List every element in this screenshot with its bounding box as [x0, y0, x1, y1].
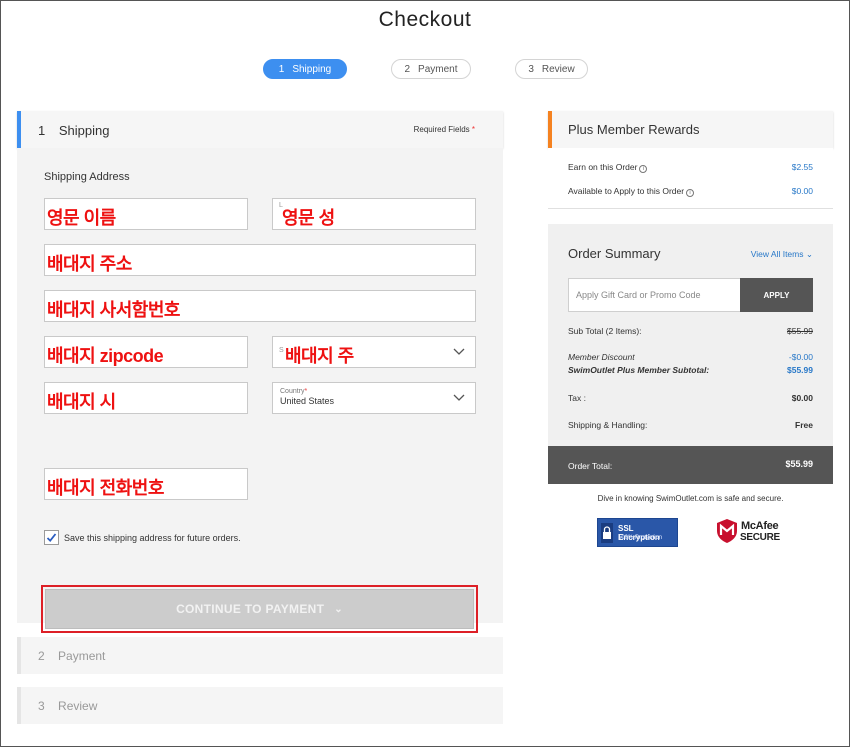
state-select[interactable]: S 배대지 주: [272, 336, 476, 368]
shipping-header: 1 Shipping Required Fields *: [17, 111, 503, 148]
ssl-badge: SSL Encryption 100% Protection: [597, 518, 678, 547]
mcafee-name: McAfee: [741, 520, 779, 532]
member-discount-value: -$0.00: [788, 352, 813, 362]
country-label: Country: [280, 388, 305, 395]
rewards-body: Earn on this Order i $2.55 Available to A…: [548, 148, 833, 209]
security-note: Dive in knowing SwimOutlet.com is safe a…: [597, 494, 784, 503]
mcafee-secure: SECURE: [740, 532, 780, 543]
order-summary-title: Order Summary: [568, 246, 661, 261]
shipping-title: Shipping: [58, 123, 110, 138]
ssl-subtitle: 100% Protection: [618, 535, 663, 541]
promo-placeholder: Apply Gift Card or Promo Code: [576, 290, 701, 300]
mcafee-badge: McAfee SECURE: [716, 518, 786, 546]
save-address-label: Save this shipping address for future or…: [64, 532, 241, 543]
checkmark-icon: [46, 533, 57, 543]
address-annotation: 배대지 주소: [47, 254, 132, 274]
review-section-title: Review: [58, 699, 98, 713]
address2-annotation: 배대지 사서함번호: [47, 300, 180, 320]
page-title: Checkout: [378, 8, 472, 31]
order-summary: Order Summary View All Items ⌄ Apply Gif…: [548, 224, 833, 484]
order-total-label: Order Total:: [568, 461, 613, 471]
city-field[interactable]: 배대지 시: [44, 382, 248, 414]
promo-code-input[interactable]: Apply Gift Card or Promo Code APPLY: [568, 278, 813, 312]
view-all-items-link[interactable]: View All Items ⌄: [751, 249, 813, 260]
save-address-row: Save this shipping address for future or…: [44, 530, 241, 545]
address-line2-field[interactable]: 배대지 사서함번호: [44, 290, 476, 322]
state-placeholder-mark: S: [279, 347, 284, 354]
step-review[interactable]: 3 Review: [515, 59, 588, 79]
chevron-down-icon: [453, 348, 465, 355]
tax-row: Tax : $0.00: [568, 393, 813, 403]
state-annotation: 배대지 주: [285, 346, 354, 366]
phone-field[interactable]: 배대지 전화번호: [44, 468, 248, 500]
step-shipping[interactable]: 1 Shipping: [263, 59, 347, 79]
chevron-down-icon: [453, 394, 465, 401]
country-value: United States: [280, 396, 335, 406]
subtotal-row: Sub Total (2 Items): $55.99: [568, 326, 813, 336]
shipping-step-number: 1: [38, 123, 46, 138]
chevron-down-icon: ⌄: [334, 603, 343, 615]
earn-row: Earn on this Order i $2.55: [568, 162, 813, 173]
phone-annotation: 배대지 전화번호: [47, 478, 164, 498]
step-payment[interactable]: 2 Payment: [391, 59, 471, 79]
order-total-bar: Order Total: $55.99: [548, 446, 833, 484]
city-annotation: 배대지 시: [47, 392, 116, 412]
lock-icon: [601, 523, 613, 543]
continue-to-payment-button[interactable]: CONTINUE TO PAYMENT ⌄: [45, 589, 474, 629]
earn-value: $2.55: [791, 162, 813, 172]
payment-section-collapsed[interactable]: 2 Payment: [17, 637, 503, 674]
rewards-header: Plus Member Rewards: [548, 111, 833, 148]
save-address-checkbox[interactable]: [44, 530, 59, 545]
mcafee-shield-icon: [717, 519, 737, 543]
required-fields-note: Required Fields *: [413, 125, 475, 134]
country-select[interactable]: Country* United States: [272, 382, 476, 414]
zipcode-field[interactable]: 배대지 zipcode: [44, 336, 248, 368]
shipping-panel: 1 Shipping Required Fields * Shipping Ad…: [17, 111, 503, 633]
member-subtotal-value: $55.99: [787, 365, 813, 375]
last-name-annotation: 영문 성: [282, 208, 335, 228]
continue-button-highlight: CONTINUE TO PAYMENT ⌄: [41, 585, 478, 633]
shipping-handling-value: Free: [795, 420, 813, 430]
available-row: Available to Apply to this Order i $0.00: [568, 186, 813, 197]
info-icon[interactable]: i: [639, 165, 648, 173]
member-discount-row: Member Discount -$0.00: [568, 352, 813, 362]
address-line1-field[interactable]: 배대지 주소: [44, 244, 476, 276]
member-subtotal-row: SwimOutlet Plus Member Subtotal: $55.99: [568, 365, 813, 375]
chevron-down-icon: ⌄: [805, 249, 813, 259]
apply-button[interactable]: APPLY: [740, 278, 813, 312]
first-name-field[interactable]: 영문 이름: [44, 198, 248, 230]
shipping-form: Shipping Address 영문 이름 L 영문 성 배대지 주소 배대지…: [17, 148, 503, 633]
rewards-title: Plus Member Rewards: [568, 122, 700, 137]
info-icon[interactable]: i: [686, 189, 695, 197]
tax-value: $0.00: [791, 393, 813, 403]
shipping-address-label: Shipping Address: [44, 171, 130, 183]
subtotal-value: $55.99: [787, 326, 813, 336]
shipping-handling-row: Shipping & Handling: Free: [568, 420, 813, 430]
available-value: $0.00: [791, 186, 813, 196]
last-name-field[interactable]: L 영문 성: [272, 198, 476, 230]
order-total-value: $55.99: [785, 459, 813, 469]
zipcode-annotation: 배대지 zipcode: [47, 346, 164, 366]
review-section-collapsed[interactable]: 3 Review: [17, 687, 503, 724]
payment-section-title: Payment: [58, 649, 106, 663]
first-name-annotation: 영문 이름: [47, 208, 116, 228]
checkout-steps: 1 Shipping 2 Payment 3 Review: [0, 59, 850, 79]
